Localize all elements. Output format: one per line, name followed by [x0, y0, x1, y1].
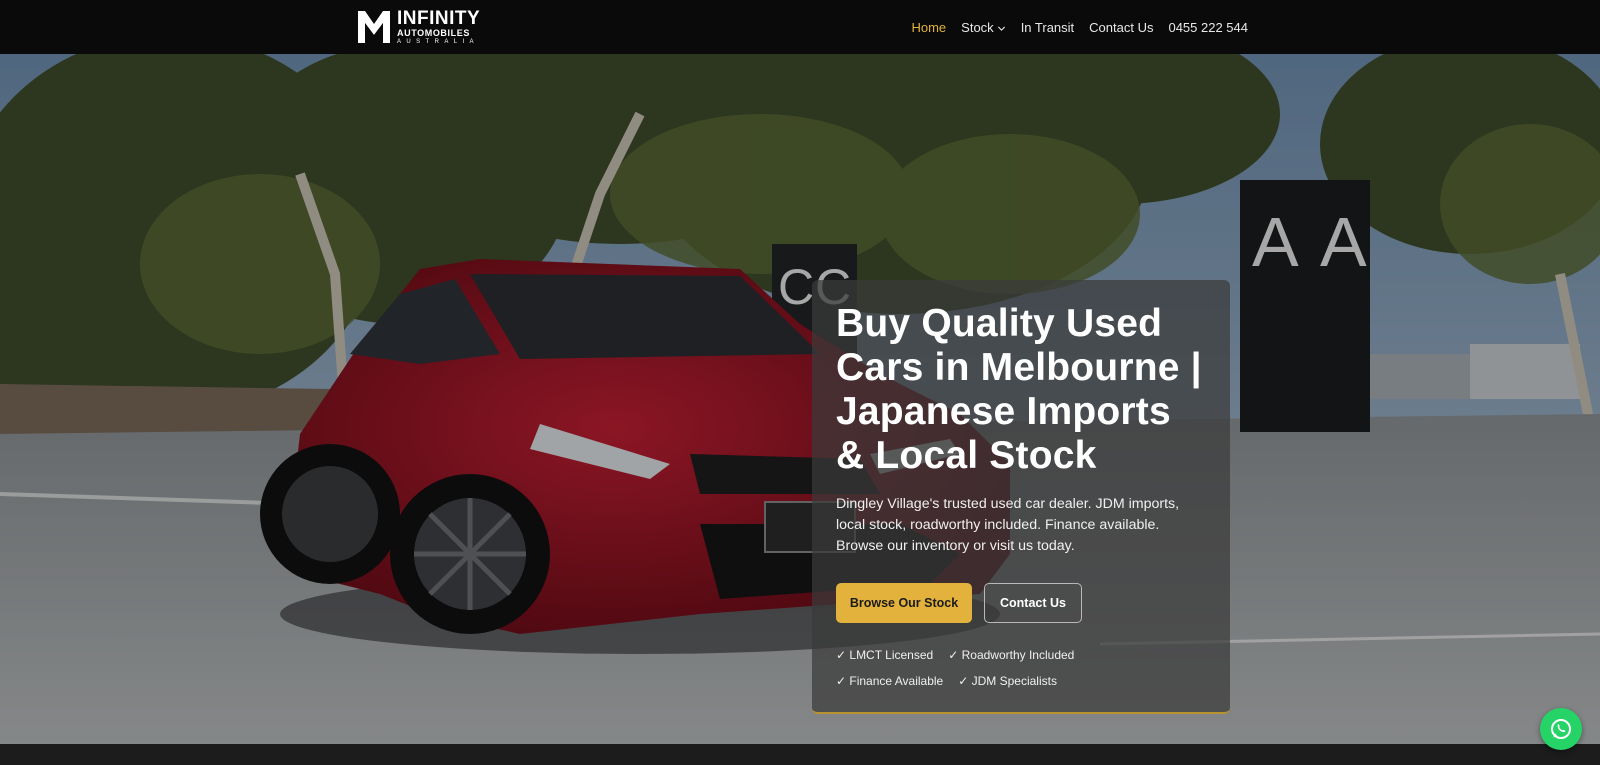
nav-contact-link[interactable]: Contact Us	[1089, 20, 1153, 35]
nav-phone-link[interactable]: 0455 222 544	[1168, 20, 1248, 35]
hero-cta-row: Browse Our Stock Contact Us	[836, 583, 1206, 623]
logo-line-3: AUSTRALIA	[397, 39, 479, 45]
badge-lmct: ✓ LMCT Licensed	[836, 648, 934, 662]
top-navbar: INFINITY AUTOMOBILES AUSTRALIA Home Stoc…	[0, 0, 1600, 54]
chevron-down-icon	[997, 26, 1005, 31]
badge-finance: ✓ Finance Available	[836, 674, 944, 688]
nav-stock-label: Stock	[961, 19, 994, 35]
brand-logo[interactable]: INFINITY AUTOMOBILES AUSTRALIA	[355, 8, 480, 46]
nav-stock-dropdown[interactable]: Stock	[961, 20, 1006, 35]
hero-description: Dingley Village's trusted used car deale…	[836, 496, 1180, 554]
nav-links: Home Stock In Transit Contact Us 0455 22…	[896, 0, 1248, 54]
contact-us-button[interactable]: Contact Us	[984, 583, 1082, 623]
whatsapp-icon	[1551, 719, 1571, 739]
next-section-edge	[0, 744, 1600, 765]
browse-stock-button[interactable]: Browse Our Stock	[836, 583, 972, 623]
hero-overlay	[0, 54, 1600, 744]
nav-in-transit-link[interactable]: In Transit	[1021, 20, 1074, 35]
trust-badges: ✓ LMCT Licensed ✓ Roadworthy Included ✓ …	[836, 645, 1206, 697]
hero-section: C C A A Buy Quality Used Cars i	[0, 54, 1600, 744]
hero-heading: Buy Quality Used Cars in Melbourne | Jap…	[836, 302, 1202, 477]
badge-roadworthy: ✓ Roadworthy Included	[948, 648, 1075, 662]
logo-wordmark: INFINITY AUTOMOBILES AUSTRALIA	[397, 9, 480, 45]
logo-line-2: AUTOMOBILES	[397, 28, 470, 38]
nav-home-link[interactable]: Home	[911, 20, 946, 35]
badge-jdm: ✓ JDM Specialists	[958, 674, 1057, 688]
whatsapp-chat-button[interactable]	[1540, 708, 1582, 750]
hero-content-panel: Buy Quality Used Cars in Melbourne | Jap…	[812, 280, 1230, 714]
logo-mark-icon	[358, 11, 390, 43]
logo-line-1: INFINITY	[397, 8, 481, 29]
